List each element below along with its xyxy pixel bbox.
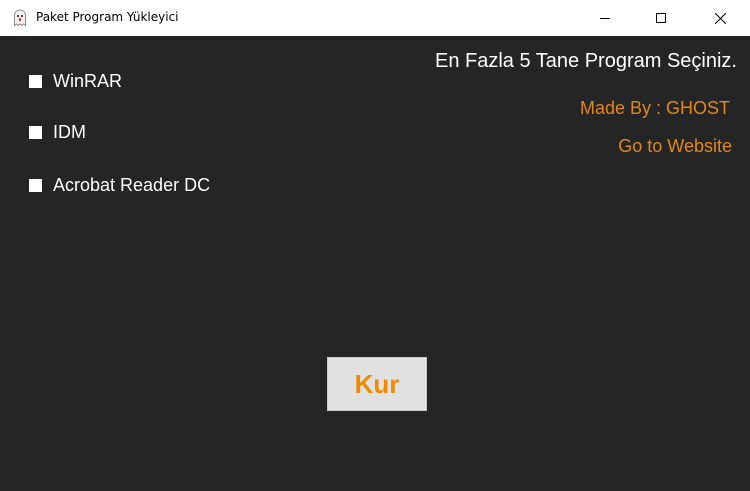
minimize-button[interactable] — [582, 0, 628, 36]
minimize-icon — [600, 13, 610, 23]
window-title: Paket Program Yükleyici — [36, 10, 179, 24]
instruction-heading: En Fazla 5 Tane Program Seçiniz. — [434, 50, 737, 72]
idm-label[interactable]: IDM — [53, 122, 86, 143]
winrar-label[interactable]: WinRAR — [53, 71, 122, 92]
winrar-checkbox[interactable] — [29, 74, 42, 88]
main-panel: WinRAR IDM Acrobat Reader DC En Fazla 5 … — [0, 36, 750, 491]
maximize-button[interactable] — [638, 0, 684, 36]
close-icon — [714, 12, 726, 24]
idm-checkbox[interactable] — [29, 125, 42, 139]
ghost-icon — [13, 9, 27, 27]
acrobat-label[interactable]: Acrobat Reader DC — [53, 175, 210, 196]
program-option-idm[interactable]: IDM — [29, 121, 86, 143]
program-option-acrobat[interactable]: Acrobat Reader DC — [29, 174, 210, 196]
app-window: Paket Program Yükleyici WinRAR IDM Acrob… — [0, 0, 750, 491]
close-button[interactable] — [697, 0, 743, 36]
title-bar[interactable]: Paket Program Yükleyici — [0, 0, 750, 36]
program-option-winrar[interactable]: WinRAR — [29, 70, 122, 92]
website-link[interactable]: Go to Website — [618, 136, 732, 157]
maximize-icon — [656, 13, 666, 23]
install-button[interactable]: Kur — [327, 357, 427, 411]
acrobat-checkbox[interactable] — [29, 178, 42, 192]
made-by-label: Made By : GHOST — [579, 98, 730, 118]
